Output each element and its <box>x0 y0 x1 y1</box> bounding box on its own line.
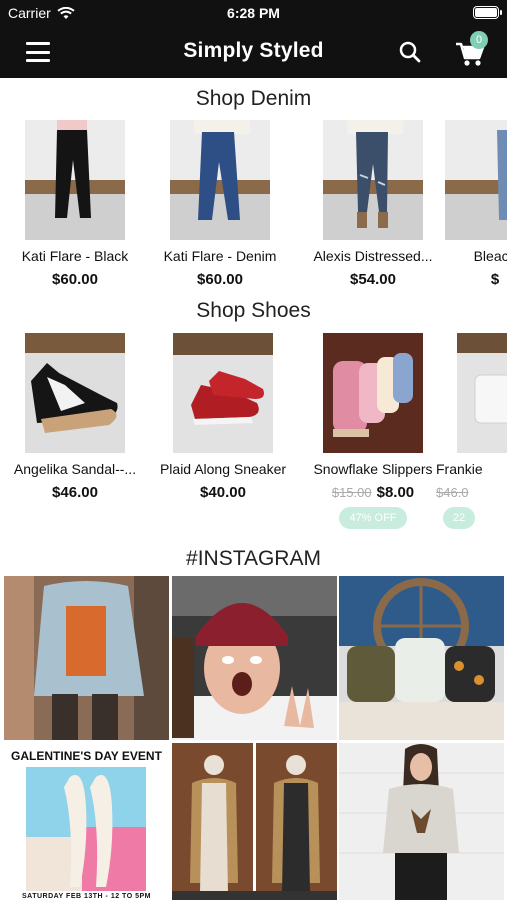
product-image <box>25 333 125 453</box>
product-image <box>25 120 125 240</box>
app-title: Simply Styled <box>183 39 324 62</box>
product-price: $60.00 <box>197 271 243 288</box>
instagram-post[interactable] <box>4 576 169 740</box>
cart-count-badge: 0 <box>470 31 488 49</box>
event-title: GALENTINE'S DAY EVENT <box>11 749 162 763</box>
shoes-carousel[interactable]: Angelika Sandal--... $46.00 Plaid Along … <box>0 333 507 533</box>
instagram-post[interactable]: GALENTINE'S DAY EVENT SATURDAY FEB 13TH … <box>4 743 169 900</box>
product-image <box>457 333 507 453</box>
product-image <box>323 120 423 240</box>
product-price: $ <box>490 271 500 288</box>
product-price: $46.00 <box>52 484 98 501</box>
product-card[interactable]: Plaid Along Sneaker $40.00 <box>148 333 298 501</box>
product-price: $40.00 <box>200 484 246 501</box>
product-name: Kati Flare - Denim <box>163 248 277 264</box>
discount-badge: 47% OFF <box>339 507 407 529</box>
original-price: $15.00 <box>331 485 372 500</box>
product-name: Plaid Along Sneaker <box>159 461 287 477</box>
instagram-grid: GALENTINE'S DAY EVENT SATURDAY FEB 13TH … <box>4 576 504 900</box>
product-name: Frankie <box>436 461 483 477</box>
section-title-shoes: Shop Shoes <box>196 299 311 322</box>
product-card[interactable]: Kati Flare - Black $60.00 <box>0 120 150 288</box>
sale-price: $8.00 <box>376 484 415 501</box>
event-footer: SATURDAY FEB 13TH - 12 TO 5PM <box>22 893 151 900</box>
search-icon[interactable] <box>398 40 422 64</box>
original-price: $46.0 <box>436 485 469 500</box>
battery-icon <box>473 6 502 19</box>
product-card[interactable]: Snowflake Slippers $15.00 $8.00 47% OFF <box>298 333 448 529</box>
product-image <box>173 333 273 453</box>
product-card[interactable]: Bleach $ <box>420 120 507 288</box>
product-image <box>445 120 507 240</box>
product-card[interactable]: Angelika Sandal--... $46.00 <box>0 333 150 501</box>
product-image <box>323 333 423 453</box>
section-title-instagram: #INSTAGRAM <box>186 547 321 570</box>
product-card[interactable]: Kati Flare - Denim $60.00 <box>145 120 295 288</box>
hamburger-menu-icon[interactable] <box>26 42 50 62</box>
product-price: $60.00 <box>52 271 98 288</box>
discount-badge: 22 <box>442 507 476 529</box>
instagram-post[interactable] <box>172 576 337 740</box>
product-price: $46.0 <box>432 484 507 501</box>
product-name: Bleach <box>473 248 507 264</box>
product-name: Angelika Sandal--... <box>13 461 137 477</box>
product-card[interactable]: Frankie $46.0 22 <box>432 333 507 529</box>
denim-carousel[interactable]: Kati Flare - Black $60.00 Kati Flare - D… <box>0 120 507 320</box>
status-time: 6:28 PM <box>227 5 280 21</box>
product-price: $15.00 $8.00 <box>298 484 448 501</box>
product-name: Kati Flare - Black <box>21 248 129 264</box>
status-bar: Carrier 6:28 PM <box>0 0 507 26</box>
section-title-denim: Shop Denim <box>195 87 312 110</box>
instagram-post[interactable] <box>339 576 504 740</box>
instagram-post[interactable] <box>339 743 504 900</box>
app-header: Simply Styled 0 <box>0 26 507 78</box>
instagram-post[interactable] <box>172 743 337 900</box>
product-name: Snowflake Slippers <box>313 461 433 477</box>
product-image <box>170 120 270 240</box>
